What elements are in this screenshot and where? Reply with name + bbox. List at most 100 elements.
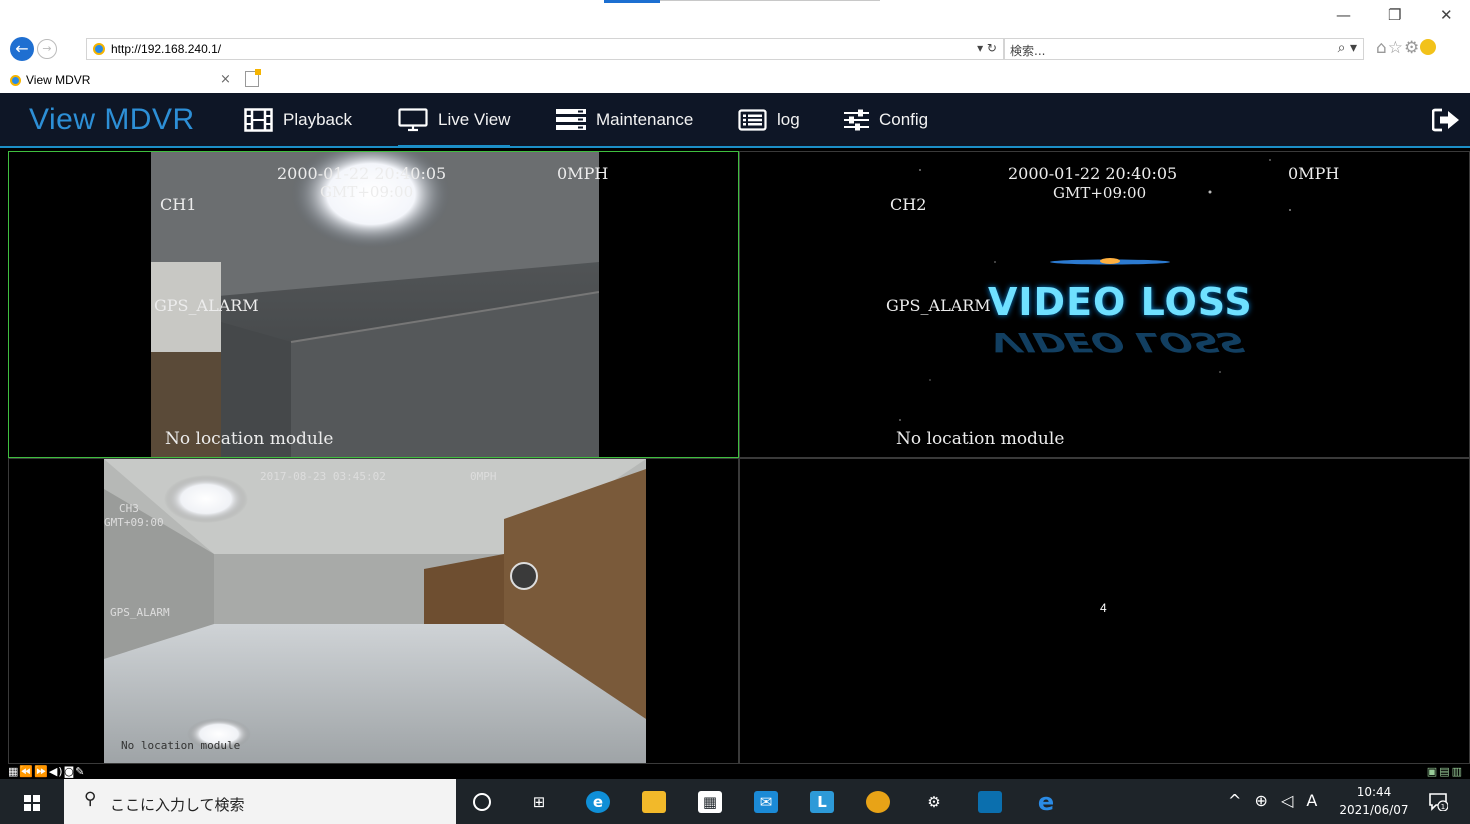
search-box[interactable]: 検索... ⌕ ▾ [1004, 38, 1364, 60]
browser-chrome: — ❐ ✕ ← → http://192.168.240.1/ ▾ ↻ 検索..… [0, 0, 1470, 93]
system-tray[interactable]: ^ ⊕ ◁ A [1228, 791, 1321, 810]
snapshot-icon[interactable]: ◙ [64, 765, 76, 778]
list-icon [738, 108, 767, 131]
clock-time: 10:44 [1356, 785, 1392, 799]
app-brand: View MDVR [29, 103, 195, 136]
tab-title[interactable]: View MDVR [26, 73, 90, 87]
ie-page-icon [93, 43, 105, 55]
browser-tab[interactable]: View MDVR × [10, 70, 240, 92]
edge-browser-icon[interactable]: e [586, 791, 610, 813]
nav-playback[interactable]: Playback [244, 93, 352, 146]
tab-loading-track [660, 0, 880, 1]
video-cell-ch1[interactable]: 2000-01-22 20:40:05 GMT+09:00 0MPH CH1 G… [8, 151, 739, 458]
taskbar-search-box[interactable]: ⚲ ここに入力して検索 [64, 779, 456, 824]
taskbar-search-input[interactable]: ここに入力して検索 [110, 794, 245, 815]
nav-live-view[interactable]: Live View [398, 93, 511, 148]
ch2-video-loss-text: VIDEO LOSS [988, 280, 1253, 324]
ch1-timestamp: 2000-01-22 20:40:05 [277, 164, 447, 183]
record-icon[interactable]: ✎ [75, 765, 85, 778]
logout-icon[interactable] [1432, 108, 1460, 132]
ch1-location: No location module [165, 429, 334, 449]
clock-date: 2021/06/07 [1339, 803, 1409, 817]
rewind-icon[interactable]: ⏪ [19, 765, 34, 778]
nav-log[interactable]: log [738, 93, 800, 146]
search-icon: ⚲ [84, 789, 97, 809]
ch1-alarm: GPS_ALARM [154, 296, 259, 315]
restore-button[interactable]: ❐ [1388, 6, 1401, 24]
nav-label-log: log [777, 109, 800, 129]
player-control-strip: ▦⏪⏩◀)◙✎ ▣▤▥ [0, 764, 1470, 779]
layout-quad-icon[interactable]: ▣ [1427, 765, 1439, 778]
monitor-icon [398, 107, 428, 131]
fast-forward-icon[interactable]: ⏩ [34, 765, 49, 778]
nav-maintenance[interactable]: Maintenance [556, 93, 693, 146]
layout-single-icon[interactable]: ▤ [1439, 765, 1451, 778]
file-explorer-icon[interactable] [642, 791, 666, 813]
feedback-smiley-icon[interactable] [1420, 39, 1437, 55]
settings-gear-icon[interactable]: ⚙ [1404, 38, 1420, 58]
settings-icon[interactable]: ⚙ [922, 791, 946, 813]
refresh-icon[interactable]: ▾ ↻ [977, 41, 997, 55]
video-cell-ch3[interactable]: 2017-08-23 03:45:02 0MPH CH3 GMT+09:00 G… [8, 458, 739, 764]
volume-icon[interactable]: ◀) [49, 765, 64, 778]
layout-controls: ▣▤▥ [1427, 765, 1464, 778]
new-tab-icon[interactable] [245, 69, 261, 87]
cortana-icon[interactable] [473, 793, 491, 811]
store-icon[interactable]: ▦ [698, 791, 722, 813]
windows-taskbar: ⚲ ここに入力して検索 ⊞ e ▦ ✉ L ⚙ e ^ ⊕ ◁ A 10:44 … [0, 779, 1470, 824]
chrome-icon[interactable] [866, 791, 890, 813]
ch3-speed: 0MPH [470, 470, 497, 483]
address-text[interactable]: http://192.168.240.1/ [111, 42, 221, 56]
search-input[interactable]: 検索... [1010, 42, 1045, 59]
nav-label-live-view: Live View [438, 109, 511, 129]
mail-icon[interactable]: ✉ [754, 791, 778, 813]
film-icon [244, 107, 273, 132]
forward-button[interactable]: → [37, 39, 57, 59]
fullscreen-icon[interactable]: ▥ [1452, 765, 1464, 778]
home-icon[interactable]: ⌂ [1376, 38, 1388, 58]
live-view-grid: 2000-01-22 20:40:05 GMT+09:00 0MPH CH1 G… [0, 150, 1470, 764]
video-cell-ch4[interactable]: 4 [739, 458, 1470, 764]
l-app-icon[interactable]: L [810, 791, 834, 813]
player-controls: ▦⏪⏩◀)◙✎ [8, 765, 85, 778]
ch2-channel-label: CH2 [890, 195, 927, 214]
windows-start-icon[interactable] [24, 795, 40, 811]
ch4-channel-number: 4 [1100, 601, 1107, 615]
nav-config[interactable]: Config [844, 93, 928, 146]
search-icon[interactable]: ⌕ ▾ [1338, 40, 1357, 56]
sliders-icon [844, 109, 869, 130]
address-bar[interactable]: http://192.168.240.1/ ▾ ↻ [86, 38, 1004, 60]
svg-text:1: 1 [1441, 803, 1445, 811]
ch2-alarm: GPS_ALARM [886, 296, 991, 315]
tab-favicon-icon [10, 75, 21, 86]
ch2-video-loss-reflection: VIDEO LOSS [981, 326, 1253, 358]
ch2-timestamp: 2000-01-22 20:40:05 [1008, 164, 1178, 183]
nav-label-config: Config [879, 109, 929, 129]
ch3-alarm: GPS_ALARM [110, 606, 170, 619]
tab-close-icon[interactable]: × [220, 72, 231, 87]
app-icon[interactable] [978, 791, 1002, 813]
ch3-timezone: GMT+09:00 [104, 516, 164, 529]
notification-icon[interactable]: 1 [1428, 791, 1448, 811]
ch2-location: No location module [896, 429, 1065, 449]
task-view-icon[interactable]: ⊞ [527, 791, 551, 813]
video-cell-ch2[interactable]: 2000-01-22 20:40:05 GMT+09:00 0MPH CH2 G… [739, 151, 1470, 458]
app-navbar: View MDVR Playback Live View Maintenance… [0, 93, 1470, 148]
close-window-button[interactable]: ✕ [1440, 6, 1453, 24]
taskbar-clock[interactable]: 10:44 2021/06/07 [1337, 783, 1411, 819]
ch3-camera-feed [104, 459, 646, 763]
layout-grid-icon[interactable]: ▦ [8, 765, 19, 778]
ch3-channel-label: CH3 [119, 502, 139, 515]
ch2-speed: 0MPH [1288, 164, 1340, 183]
nav-label-maintenance: Maintenance [596, 109, 694, 129]
ch1-timezone: GMT+09:00 [320, 183, 414, 201]
ch2-timezone: GMT+09:00 [1053, 184, 1147, 202]
ch1-channel-label: CH1 [160, 195, 197, 214]
ch3-location: No location module [121, 739, 241, 752]
internet-explorer-icon[interactable]: e [1034, 788, 1058, 816]
back-button[interactable]: ← [10, 37, 34, 61]
ch3-timestamp: 2017-08-23 03:45:02 [260, 470, 386, 483]
nav-label-playback: Playback [283, 109, 352, 129]
minimize-button[interactable]: — [1336, 6, 1351, 24]
favorites-star-icon[interactable]: ☆ [1388, 38, 1404, 58]
